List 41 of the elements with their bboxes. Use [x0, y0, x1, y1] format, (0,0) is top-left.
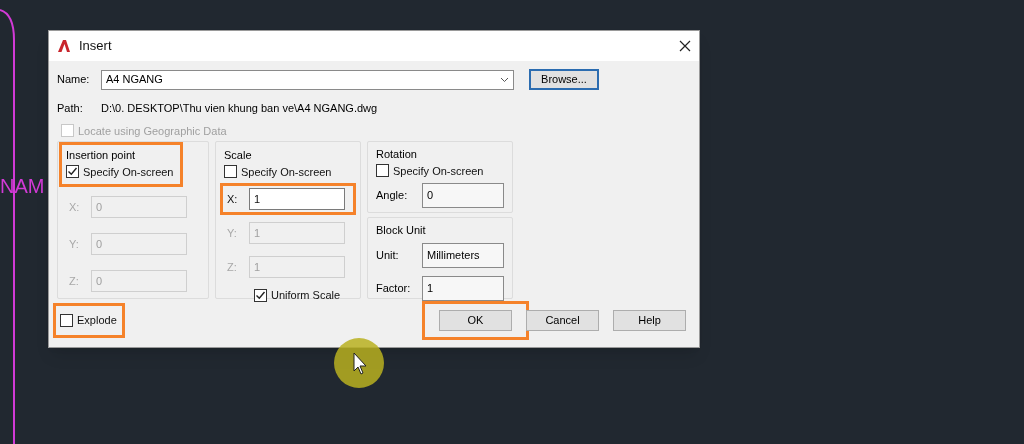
input-field[interactable]: Millimeters	[422, 242, 504, 268]
group-title: Scale	[224, 148, 253, 163]
checkbox-label: Specify On-screen	[83, 164, 174, 180]
group-title: Block Unit	[375, 223, 427, 238]
field-label: X:	[69, 199, 81, 215]
dialog-button[interactable]: OK	[439, 310, 512, 331]
group-title: Insertion point	[66, 148, 137, 163]
field-label: Z:	[69, 273, 80, 289]
path-text: D:\0. DESKTOP\Thu vien khung ban ve\A4 NGANG.dwg	[101, 101, 378, 116]
close-icon[interactable]	[679, 40, 691, 52]
input-field[interactable]: 1	[249, 188, 345, 210]
app-logo-icon	[57, 39, 71, 53]
cursor-icon	[333, 337, 385, 389]
field-label: Factor:	[376, 280, 412, 296]
checkbox[interactable]	[224, 165, 237, 179]
field-label: Y:	[69, 236, 80, 252]
input-field[interactable]: 0	[422, 183, 504, 208]
field-label: X:	[227, 191, 239, 207]
window-title: Insert	[79, 37, 113, 56]
browse-button[interactable]: Browse...	[529, 69, 599, 90]
input-field[interactable]: 1	[422, 275, 504, 301]
checkbox[interactable]	[254, 288, 267, 302]
dialog-button[interactable]: Help	[613, 310, 686, 331]
field-label: Angle:	[376, 188, 409, 204]
checkbox-label: Specify On-screen	[393, 163, 484, 179]
checkbox-label: Specify On-screen	[241, 164, 332, 180]
dialog-button[interactable]: Cancel	[526, 310, 599, 331]
field-label: Path:	[57, 101, 84, 116]
checkbox[interactable]	[60, 314, 73, 327]
field-label: Name:	[57, 72, 91, 88]
field-label: Y:	[227, 225, 238, 241]
checkbox[interactable]	[66, 165, 79, 179]
field-label: Unit:	[376, 247, 400, 263]
checkbox[interactable]	[376, 164, 389, 178]
checkbox-label: Uniform Scale	[271, 288, 341, 303]
group-title: Rotation	[376, 147, 418, 162]
checkbox-label: Explode	[77, 313, 117, 329]
checkbox-label: Locate using Geographic Data	[78, 123, 227, 139]
chevron-down-icon	[500, 76, 509, 83]
field-label: Z:	[227, 259, 238, 275]
name-dropdown[interactable]: A4 NGANG	[101, 69, 514, 90]
